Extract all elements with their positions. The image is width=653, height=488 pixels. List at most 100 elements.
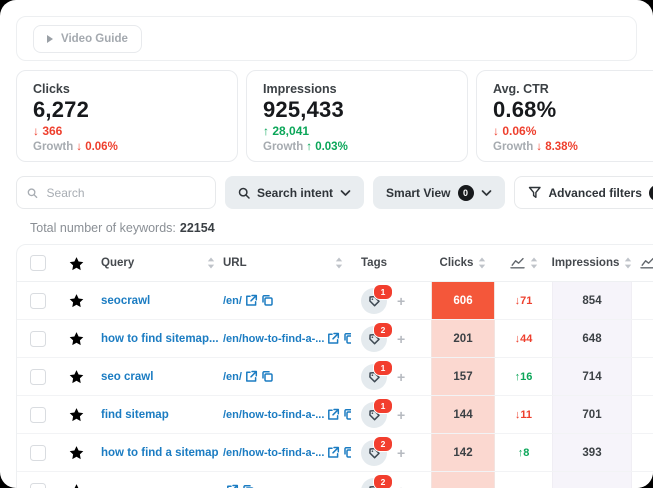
column-header-clicks[interactable]: Clicks xyxy=(440,257,474,269)
external-link-icon[interactable] xyxy=(245,370,258,383)
stat-label: Clicks xyxy=(33,82,221,96)
tag-button[interactable]: 2 xyxy=(361,440,387,466)
external-link-icon[interactable] xyxy=(226,484,239,488)
tag-button[interactable]: 1 xyxy=(361,364,387,390)
column-header-tags[interactable]: Tags xyxy=(361,257,387,269)
select-all-checkbox[interactable] xyxy=(30,255,46,271)
clicks-trend: ↑16 xyxy=(515,371,533,383)
tag-button[interactable]: 2 xyxy=(361,478,387,488)
search-input[interactable] xyxy=(45,185,205,201)
stat-value: 925,433 xyxy=(263,97,451,123)
search-icon xyxy=(27,187,38,199)
table-row: how to find a sitemap /en/how-to-find-a-… xyxy=(17,434,653,472)
tag-count-badge: 1 xyxy=(373,360,393,376)
row-checkbox[interactable] xyxy=(30,331,46,347)
add-tag-button[interactable]: + xyxy=(397,369,405,385)
column-header-query[interactable]: Query xyxy=(101,257,134,269)
tag-button[interactable]: 1 xyxy=(361,288,387,314)
row-checkbox[interactable] xyxy=(30,369,46,385)
video-guide-button[interactable]: Video Guide xyxy=(33,25,142,53)
video-guide-label: Video Guide xyxy=(61,33,128,45)
star-icon[interactable] xyxy=(68,368,85,385)
external-link-icon[interactable] xyxy=(327,408,340,421)
copy-icon[interactable] xyxy=(343,408,351,421)
clicks-trend: ↓44 xyxy=(515,333,533,345)
column-header-impressions[interactable]: Impressions xyxy=(552,257,619,269)
url-link[interactable]: /en/how-to-find-a-... xyxy=(223,447,324,459)
star-icon[interactable] xyxy=(68,292,85,309)
impressions-cell: 714 xyxy=(552,358,632,395)
dashboard-window: Video Guide Clicks 6,272 ↓ 366 Growth↓ 0… xyxy=(0,0,653,488)
url-link[interactable]: /en/ xyxy=(223,371,242,383)
table-row: seo crawl /en/ 1 + 157 ↑16 714 ↑14 xyxy=(17,358,653,396)
top-bar: Video Guide xyxy=(16,16,637,61)
add-tag-button[interactable]: + xyxy=(397,331,405,347)
clicks-trend: ↑8 xyxy=(518,447,530,459)
query-link[interactable]: seocrawl xyxy=(101,295,150,307)
sort-icon[interactable] xyxy=(207,257,215,269)
stat-delta: ↑ 28,041 xyxy=(263,124,451,138)
clicks-trend: ↓11 xyxy=(515,409,532,421)
stat-value: 6,272 xyxy=(33,97,221,123)
stat-label: Avg. CTR xyxy=(493,82,653,96)
query-link[interactable]: seo crawl xyxy=(101,371,153,383)
tag-count-badge: 2 xyxy=(373,322,393,338)
smart-view-count-badge: 0 xyxy=(458,185,474,201)
add-tag-button[interactable]: + xyxy=(397,445,405,461)
query-link[interactable]: find sitemap xyxy=(101,409,169,421)
add-tag-button[interactable]: + xyxy=(397,293,405,309)
clicks-cell: 144 xyxy=(431,396,495,433)
smart-view-label: Smart View xyxy=(386,186,450,200)
stat-growth: Growth↓ 0.06% xyxy=(33,141,221,153)
impressions-cell xyxy=(552,472,632,488)
table-row: 2 + xyxy=(17,472,653,488)
row-checkbox[interactable] xyxy=(30,407,46,423)
star-icon[interactable] xyxy=(68,482,85,488)
tag-button[interactable]: 2 xyxy=(361,326,387,352)
column-header-url[interactable]: URL xyxy=(223,257,247,269)
external-link-icon[interactable] xyxy=(245,294,258,307)
stat-card-avg-ctr: Avg. CTR 0.68% ↓ 0.06% Growth↓ 8.38% xyxy=(476,70,653,162)
star-icon[interactable] xyxy=(68,330,85,347)
sort-icon[interactable] xyxy=(624,257,632,269)
row-checkbox[interactable] xyxy=(30,445,46,461)
url-link[interactable]: /en/ xyxy=(223,295,242,307)
stat-cards: Clicks 6,272 ↓ 366 Growth↓ 0.06% Impress… xyxy=(16,70,653,162)
external-link-icon[interactable] xyxy=(327,332,340,345)
copy-icon[interactable] xyxy=(261,370,274,383)
sort-icon[interactable] xyxy=(335,257,343,269)
line-chart-icon xyxy=(510,257,525,269)
copy-icon[interactable] xyxy=(261,294,274,307)
advanced-filters-button[interactable]: Advanced filters 0 xyxy=(514,176,653,209)
row-checkbox[interactable] xyxy=(30,293,46,309)
smart-view-dropdown[interactable]: Smart View 0 xyxy=(373,176,504,209)
add-tag-button[interactable]: + xyxy=(397,407,405,423)
query-link[interactable]: how to find sitemap... xyxy=(101,333,219,345)
search-intent-dropdown[interactable]: Search intent xyxy=(225,176,364,209)
impressions-cell: 648 xyxy=(552,320,632,357)
tag-count-badge: 2 xyxy=(373,474,393,488)
sort-icon-descending[interactable] xyxy=(478,257,486,269)
star-icon[interactable] xyxy=(68,406,85,423)
star-icon[interactable] xyxy=(68,255,85,272)
url-link[interactable]: /en/how-to-find-a-... xyxy=(223,333,324,345)
copy-icon[interactable] xyxy=(242,484,255,488)
sort-icon[interactable] xyxy=(530,257,538,269)
tag-button[interactable]: 1 xyxy=(361,402,387,428)
advanced-filters-count-badge: 0 xyxy=(649,185,653,201)
star-icon[interactable] xyxy=(68,444,85,461)
chevron-down-icon xyxy=(340,189,351,197)
clicks-trend: ↓71 xyxy=(515,295,533,307)
tag-count-badge: 2 xyxy=(373,436,393,452)
keywords-total-count: 22154 xyxy=(180,221,215,235)
copy-icon[interactable] xyxy=(343,446,351,459)
stat-delta: ↓ 0.06% xyxy=(493,124,653,138)
copy-icon[interactable] xyxy=(343,332,351,345)
external-link-icon[interactable] xyxy=(327,446,340,459)
search-box[interactable] xyxy=(16,176,216,209)
query-link[interactable]: how to find a sitemap xyxy=(101,447,219,459)
play-icon xyxy=(47,35,53,43)
add-tag-button[interactable]: + xyxy=(397,483,405,488)
url-link[interactable]: /en/how-to-find-a-... xyxy=(223,409,324,421)
row-checkbox[interactable] xyxy=(30,483,46,488)
